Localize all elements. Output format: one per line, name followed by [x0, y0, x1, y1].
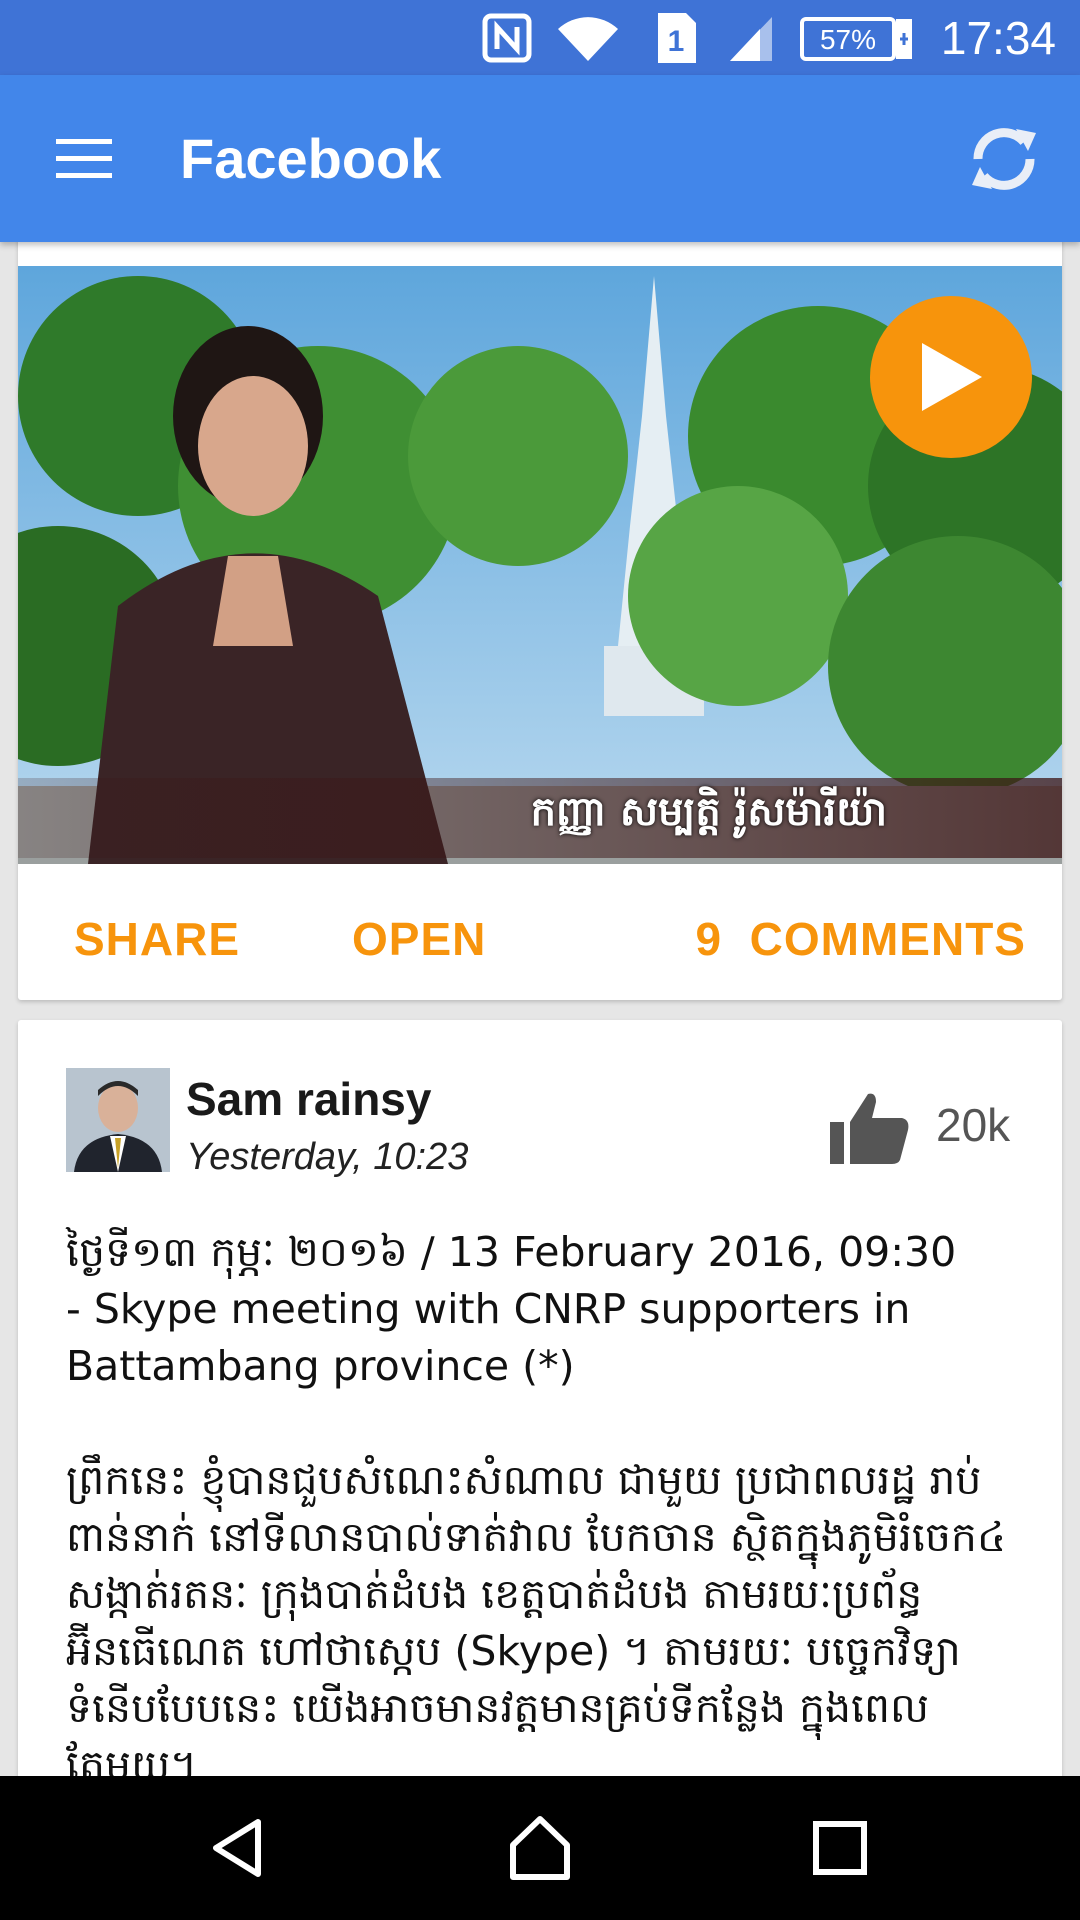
battery-icon: 57%: [800, 0, 914, 75]
navigation-bar: [0, 1776, 1080, 1920]
wifi-icon: [556, 0, 620, 75]
sim-slot-label: 1: [668, 25, 685, 58]
recents-icon: [813, 1821, 867, 1875]
refresh-button[interactable]: [958, 113, 1050, 205]
status-time: 17:34: [940, 11, 1056, 64]
recents-button[interactable]: [790, 1798, 890, 1898]
back-icon: [213, 1819, 261, 1877]
home-icon: [510, 1816, 570, 1880]
app-bar: Facebook: [0, 75, 1080, 242]
author-name[interactable]: Sam rainsy: [186, 1072, 431, 1126]
signal-icon: [726, 0, 776, 75]
video-thumbnail[interactable]: កញ្ញា សម្បត្តិ រ៉ូសម៉ារីយ៉ា: [18, 266, 1062, 864]
play-button[interactable]: [870, 296, 1032, 458]
video-card: កញ្ញា សម្បត្តិ រ៉ូសម៉ារីយ៉ា SHARE OPEN 9…: [18, 228, 1062, 1000]
refresh-icon: [972, 128, 1036, 190]
post-time: Yesterday, 10:23: [186, 1136, 469, 1178]
back-button[interactable]: [190, 1798, 290, 1898]
comments-count: 9: [695, 913, 723, 965]
post-text: ថ្ងៃទី១៣ កុម្ភៈ ២០១៦ / 13 February 2016,…: [66, 1228, 1006, 1789]
comments-button[interactable]: 9 COMMENTS: [696, 912, 1026, 966]
app-title: Facebook: [180, 127, 442, 190]
nfc-icon: [482, 0, 532, 75]
open-button[interactable]: OPEN: [352, 912, 486, 966]
like-button[interactable]: [828, 1090, 912, 1166]
status-bar: 1 57% 17:34: [0, 0, 1080, 75]
hamburger-menu-icon: [56, 139, 112, 178]
avatar-image: [66, 1068, 170, 1172]
play-icon: [922, 343, 982, 411]
home-button[interactable]: [490, 1798, 590, 1898]
comments-label: COMMENTS: [749, 913, 1026, 965]
like-count: 20k: [936, 1099, 1011, 1151]
menu-button[interactable]: [40, 115, 128, 203]
thumbs-up-icon: [830, 1093, 909, 1164]
avatar[interactable]: [66, 1068, 170, 1172]
screen: 1 57% 17:34 Facebook កញ្ញា សម្បត្តិ រ៉ូស…: [0, 0, 1080, 1920]
battery-percent: 57%: [820, 24, 876, 55]
share-button[interactable]: SHARE: [74, 912, 240, 966]
video-caption: កញ្ញា សម្បត្តិ រ៉ូសម៉ារីយ៉ា: [530, 789, 887, 835]
sim-icon: 1: [656, 0, 698, 75]
